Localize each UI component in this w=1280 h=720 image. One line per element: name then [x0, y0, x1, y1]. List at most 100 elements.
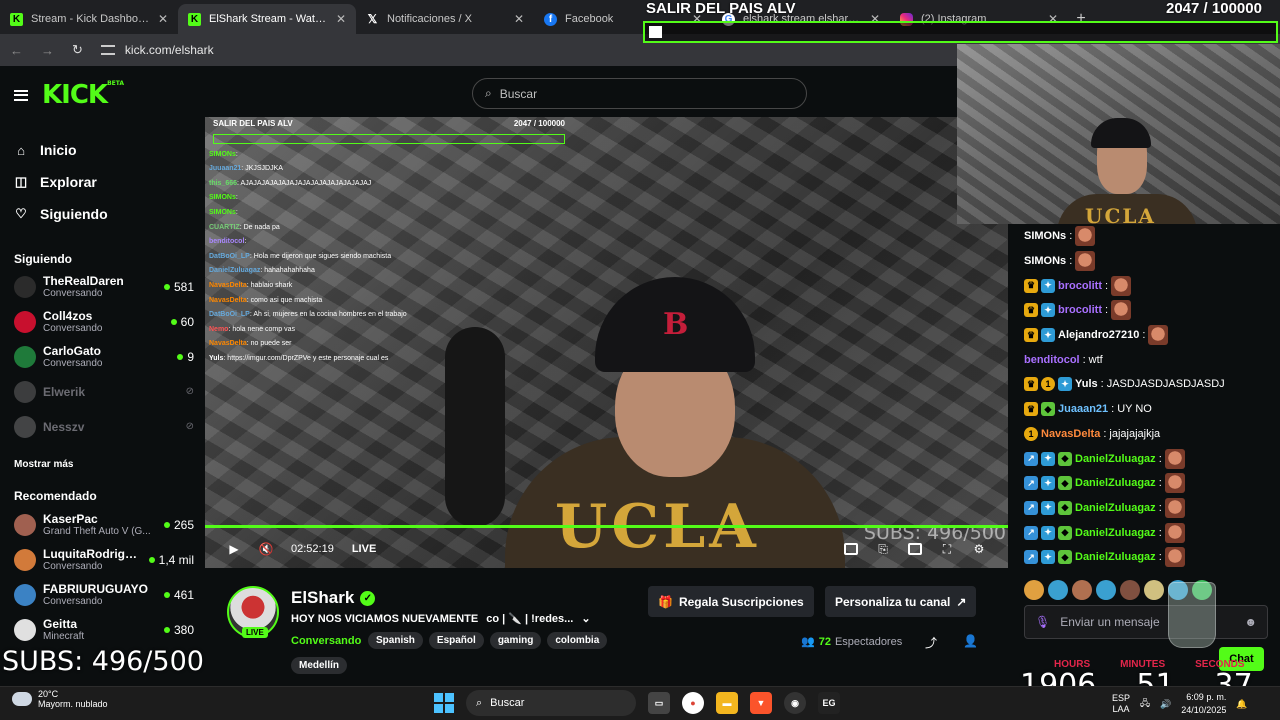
language-indicator[interactable]: ESP LAA — [1112, 693, 1130, 715]
chat-username[interactable]: SIMONs — [1024, 255, 1066, 267]
url-field[interactable]: kick.com/elshark — [100, 43, 214, 57]
clock[interactable]: 6:09 p. m. 24/10/2025 — [1181, 691, 1226, 717]
chat-username[interactable]: NavasDelta — [1041, 428, 1100, 440]
browser-tab[interactable]: 𝕏 Notificaciones / X ✕ — [356, 4, 534, 34]
customize-channel-button[interactable]: Personaliza tu canal ↗ — [825, 586, 977, 617]
channel-item[interactable]: TheRealDaren Conversando 581 — [14, 269, 194, 304]
overlay-chat-message: Yuls: https://imgur.com/DprZPVe y este p… — [209, 352, 561, 367]
search-input[interactable]: ⌕ Buscar — [472, 78, 807, 109]
site-settings-icon[interactable] — [100, 45, 115, 55]
quick-emote-icon[interactable] — [1096, 580, 1116, 600]
weather-widget[interactable]: 20°C Mayorm. nublado — [12, 689, 108, 709]
stream-tag[interactable]: colombia — [547, 632, 608, 649]
video-player[interactable]: B UCLA SALIR DEL PAIS ALV 2047 / 100000 … — [205, 117, 1008, 568]
chat-separator: : — [1105, 304, 1109, 317]
notification-icon[interactable]: 🔔 — [1236, 699, 1247, 710]
channel-meta: FABRIURUGUAYO Conversando — [43, 582, 157, 607]
chat-input[interactable]: 🎙 Enviar un mensaje ☻ — [1024, 605, 1268, 639]
stream-tag[interactable]: Español — [428, 632, 484, 649]
kick-logo[interactable]: KICKBETA — [42, 80, 124, 110]
browser-tab[interactable]: K Stream - Kick Dashboard ✕ — [0, 4, 178, 34]
discord-icon[interactable]: ◉ — [784, 692, 806, 714]
theater-mode-icon[interactable] — [908, 543, 922, 555]
chat-username[interactable]: benditocol — [1024, 354, 1080, 366]
emote-bar — [1024, 579, 1268, 601]
quick-emote-icon[interactable] — [1120, 580, 1140, 600]
network-icon[interactable]: 🖧 — [1140, 696, 1150, 712]
channel-item[interactable]: CarloGato Conversando 9 — [14, 339, 194, 374]
back-icon[interactable]: ← — [10, 43, 23, 58]
close-icon[interactable]: ✕ — [514, 12, 524, 26]
settings-gear-icon[interactable]: ⚙ — [972, 542, 986, 556]
chat-username[interactable]: brocolitt — [1058, 304, 1102, 316]
chat-message: ♛ ✦ brocolitt: — [1008, 273, 1280, 298]
miniplayer-icon[interactable] — [844, 543, 858, 555]
overlay-chat-text: JKJSJDJKA — [245, 165, 283, 173]
chat-username[interactable]: brocolitt — [1058, 280, 1102, 292]
fullscreen-icon[interactable]: ⛶ — [940, 542, 954, 556]
video-progress-bar[interactable] — [205, 525, 1008, 528]
quick-emote-icon[interactable] — [1144, 580, 1164, 600]
volume-icon[interactable]: 🔊 — [1160, 699, 1171, 710]
stream-info: LIVE ElShark ✓ HOY NOS VICIAMOS NUEVAMEN… — [205, 578, 1008, 686]
channel-item[interactable]: Coll4zos Conversando 60 — [14, 304, 194, 339]
chat-message: ♛ ✦ Alejandro27210: — [1008, 323, 1280, 348]
quick-emote-icon[interactable] — [1048, 580, 1068, 600]
chat-username[interactable]: DanielZuluagaz — [1075, 502, 1156, 514]
gift-subs-button[interactable]: 🎁 Regala Suscripciones — [648, 586, 814, 617]
nav-item-inicio[interactable]: ⌂ Inicio — [14, 134, 108, 166]
windows-start-icon[interactable] — [434, 693, 454, 713]
channel-item[interactable]: Elwerik ⊘ — [14, 374, 194, 409]
channel-item[interactable]: LuquitaRodriguez Conversando 1,4 mil — [14, 542, 194, 577]
taskbar-search[interactable]: ⌕ Buscar — [466, 690, 636, 716]
stream-tag[interactable]: gaming — [489, 632, 542, 649]
channel-item[interactable]: Nesszv ⊘ — [14, 409, 194, 444]
quick-emote-icon[interactable] — [1072, 580, 1092, 600]
stream-tag[interactable]: Medellín — [291, 657, 348, 674]
epic-games-icon[interactable]: EG — [818, 692, 840, 714]
chat-message: ↗ ✦ ◆ DanielZuluagaz: — [1008, 446, 1280, 471]
stream-tag[interactable]: Spanish — [368, 632, 423, 649]
stream-category[interactable]: Conversando — [291, 635, 361, 647]
task-view-icon[interactable]: ▭ — [648, 692, 670, 714]
sub-badge-icon: ◆ — [1058, 451, 1072, 466]
close-icon[interactable]: ✕ — [336, 12, 346, 26]
play-icon[interactable]: ▶ — [227, 542, 241, 556]
follow-user-icon[interactable]: 👤 — [963, 634, 978, 648]
chrome-icon[interactable]: ● — [682, 692, 704, 714]
chat-username[interactable]: DanielZuluagaz — [1075, 453, 1156, 465]
chat-username[interactable]: Juaaan21 — [1058, 403, 1108, 415]
volume-muted-icon[interactable]: 🔇 — [259, 542, 274, 556]
nav-item-siguiendo[interactable]: ♡ Siguiendo — [14, 198, 108, 230]
chat-username[interactable]: DanielZuluagaz — [1075, 527, 1156, 539]
chat-username[interactable]: DanielZuluagaz — [1075, 477, 1156, 489]
chat-username[interactable]: Yuls — [1075, 378, 1098, 390]
viewer-count-number: 60 — [180, 314, 194, 329]
chevron-down-icon[interactable]: ⌄ — [581, 612, 590, 625]
nav-item-explorar[interactable]: ◫ Explorar — [14, 166, 108, 198]
clip-icon[interactable]: ⎘ — [876, 542, 890, 556]
channel-item[interactable]: Geitta Minecraft 380 — [14, 612, 194, 647]
brave-icon[interactable]: ▼ — [750, 692, 772, 714]
forward-icon[interactable]: → — [41, 43, 54, 58]
share-icon[interactable]: ⤴ — [925, 634, 937, 651]
chat-username[interactable]: DanielZuluagaz — [1075, 551, 1156, 563]
emoji-icon[interactable]: ☻ — [1244, 615, 1257, 629]
home-icon: ⌂ — [17, 142, 25, 158]
show-more-link[interactable]: Mostrar más — [14, 459, 73, 470]
overlay-chat-message: NavasDelta: no puede ser — [209, 337, 561, 352]
quick-emote-icon[interactable] — [1024, 580, 1044, 600]
mic-icon[interactable]: 🎙 — [1035, 615, 1050, 629]
browser-tab[interactable]: K ElShark Stream - Watch Live ✕ — [178, 4, 356, 34]
chat-username[interactable]: SIMONs — [1024, 230, 1066, 242]
reload-icon[interactable]: ↻ — [72, 42, 83, 58]
streamer-name[interactable]: ElShark — [291, 588, 354, 608]
menu-icon[interactable] — [14, 89, 28, 101]
close-icon[interactable]: ✕ — [158, 12, 168, 26]
viewer-count-number: 461 — [173, 587, 194, 602]
channel-item[interactable]: FABRIURUGUAYO Conversando 461 — [14, 577, 194, 612]
crown-badge-icon: ♛ — [1024, 328, 1038, 343]
channel-item[interactable]: KaserPac Grand Theft Auto V (G... 265 — [14, 507, 194, 542]
file-explorer-icon[interactable]: ▬ — [716, 692, 738, 714]
chat-username[interactable]: Alejandro27210 — [1058, 329, 1139, 341]
